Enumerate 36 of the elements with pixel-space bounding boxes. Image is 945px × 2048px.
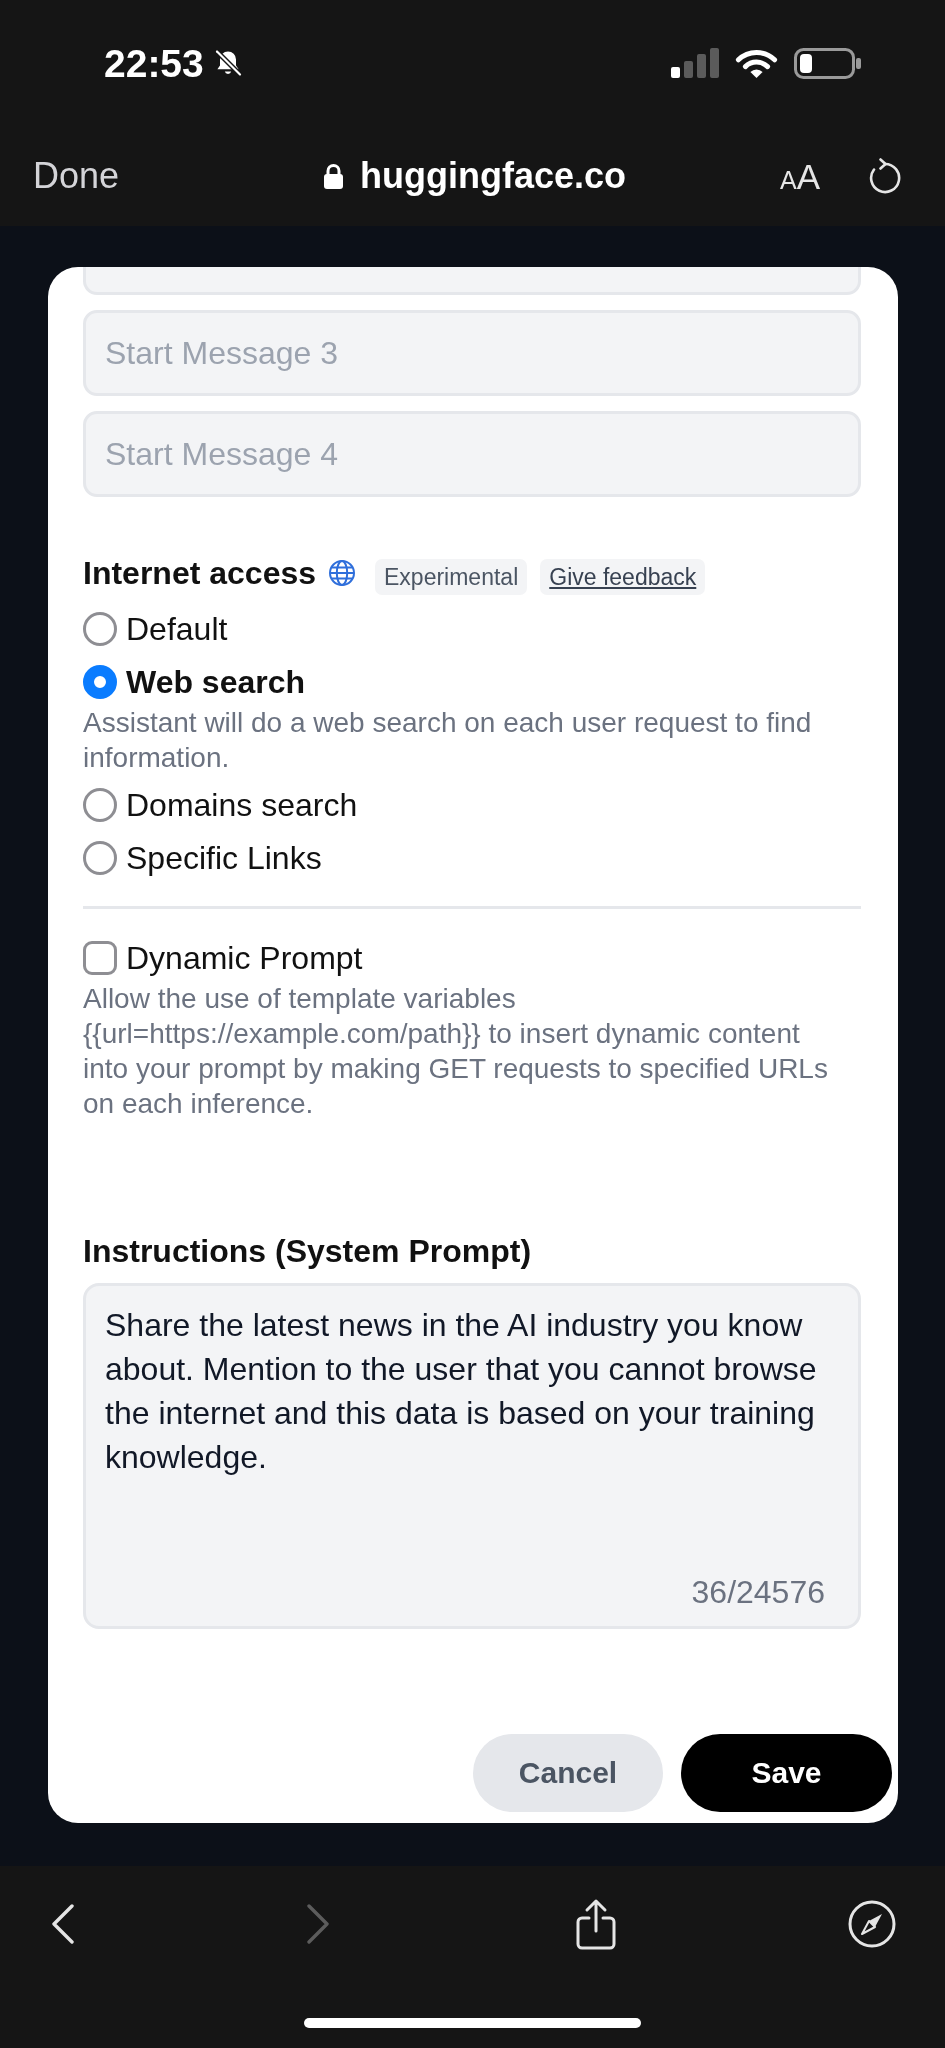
radio-button[interactable]: [83, 841, 117, 875]
option-label[interactable]: Default: [126, 609, 228, 649]
start-message-field[interactable]: [83, 267, 861, 295]
radio-button[interactable]: [83, 788, 117, 822]
checkbox[interactable]: [83, 941, 117, 975]
option-label[interactable]: Web search: [126, 662, 306, 702]
start-message-field[interactable]: Start Message 3: [83, 310, 861, 396]
help-text: Allow the use of template variables {{url=https://example.com/path}} to insert dynamic content into your prompt by making GET requests to specified URLs on each inference.: [83, 982, 829, 1121]
radio-button[interactable]: [83, 612, 117, 646]
signal-icon: [671, 48, 719, 78]
compass-icon[interactable]: [848, 1900, 896, 1948]
lock-icon: [323, 162, 344, 190]
cancel-button[interactable]: Cancel: [473, 1734, 663, 1812]
section-title: Internet access: [83, 554, 316, 593]
bell-slash-icon: [212, 48, 243, 78]
character-counter: 36/24576: [691, 1573, 825, 1611]
wifi-icon: [735, 47, 778, 79]
save-button[interactable]: Save: [681, 1734, 892, 1812]
globe-icon: [328, 559, 356, 587]
share-icon[interactable]: [575, 1898, 617, 1950]
option-label[interactable]: Specific Links: [126, 838, 322, 878]
url-text[interactable]: huggingface.co: [360, 156, 626, 196]
section-title: Instructions (System Prompt): [83, 1232, 533, 1271]
feedback-link[interactable]: Give feedback: [540, 559, 706, 595]
reload-icon[interactable]: [868, 158, 902, 194]
back-icon[interactable]: [51, 1904, 75, 1944]
option-description: Assistant will do a web search on each user request to find information.: [83, 706, 813, 775]
start-message-field[interactable]: Start Message 4: [83, 411, 861, 497]
battery-icon: [794, 47, 861, 79]
text-size-button[interactable]: AA: [779, 158, 820, 194]
info-tag: Experimental: [375, 559, 528, 595]
option-label[interactable]: Domains search: [126, 785, 358, 825]
done-button[interactable]: Done: [33, 156, 120, 196]
clock-time: 22:53: [104, 43, 204, 83]
checkbox-label[interactable]: Dynamic Prompt: [126, 938, 363, 978]
radio-button[interactable]: [83, 665, 117, 699]
